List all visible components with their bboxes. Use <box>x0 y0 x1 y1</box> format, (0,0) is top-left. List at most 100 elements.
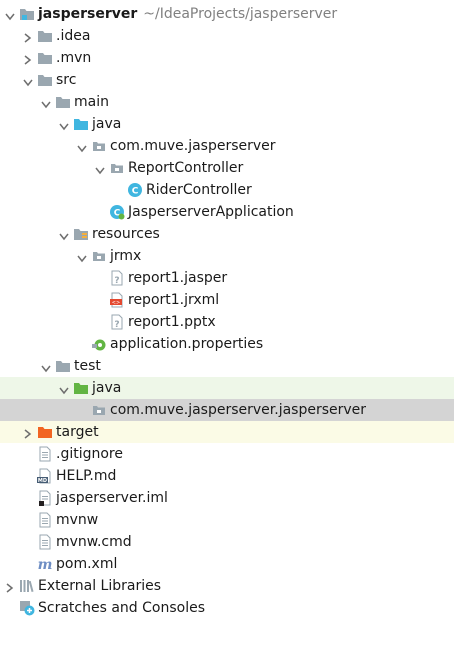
tree-item-text: main <box>74 94 109 110</box>
tree-row[interactable]: jrmx <box>0 245 454 267</box>
tree-row[interactable]: ReportController <box>0 157 454 179</box>
tree-item-text: Scratches and Consoles <box>38 600 205 616</box>
iml-file-icon <box>37 490 53 506</box>
chevron-down-icon[interactable] <box>41 361 51 373</box>
svg-text:C: C <box>132 187 139 197</box>
tree-item-label: resources <box>92 225 160 243</box>
tree-row[interactable]: m pom.xml <box>0 553 454 575</box>
tree-item-text: target <box>56 424 99 440</box>
tree-item-label: mvnw <box>56 511 98 529</box>
spring-class-icon: C <box>109 204 125 220</box>
tree-row[interactable]: External Libraries <box>0 575 454 597</box>
chevron-right-icon[interactable] <box>23 53 33 65</box>
tree-item-label: mvnw.cmd <box>56 533 132 551</box>
tree-item-label: JasperserverApplication <box>128 203 294 221</box>
tree-item-text: External Libraries <box>38 578 161 594</box>
tree-item-label: .idea <box>56 27 90 45</box>
tree-row[interactable]: .mvn <box>0 47 454 69</box>
tree-item-label: jrmx <box>110 247 141 265</box>
tree-item-text: src <box>56 72 77 88</box>
tree-row[interactable]: ? report1.pptx <box>0 311 454 333</box>
package-icon <box>91 248 107 264</box>
text-file-icon <box>37 446 53 462</box>
tree-item-label: .mvn <box>56 49 91 67</box>
folder-icon <box>37 72 53 88</box>
chevron-down-icon[interactable] <box>59 229 69 241</box>
tree-row[interactable]: src <box>0 69 454 91</box>
tree-row[interactable]: C JasperserverApplication <box>0 201 454 223</box>
properties-file-icon <box>91 336 107 352</box>
chevron-right-icon[interactable] <box>5 581 15 593</box>
tree-item-text: ReportController <box>128 160 244 176</box>
chevron-down-icon[interactable] <box>41 97 51 109</box>
chevron-down-icon[interactable] <box>59 119 69 131</box>
tree-row[interactable]: application.properties <box>0 333 454 355</box>
tree-row[interactable]: .gitignore <box>0 443 454 465</box>
tree-row[interactable]: MD HELP.md <box>0 465 454 487</box>
tree-item-label: report1.pptx <box>128 313 216 331</box>
tree-item-text: report1.jasper <box>128 270 228 286</box>
tree-item-label: HELP.md <box>56 467 116 485</box>
chevron-down-icon[interactable] <box>95 163 105 175</box>
tree-item-text: .mvn <box>56 50 92 66</box>
folder-icon <box>37 28 53 44</box>
chevron-down-icon[interactable] <box>23 75 33 87</box>
text-file-icon <box>37 534 53 550</box>
tree-item-label: test <box>74 357 101 375</box>
class-icon: C <box>127 182 143 198</box>
tree-row[interactable]: C RiderController <box>0 179 454 201</box>
svg-text:?: ? <box>114 320 119 330</box>
tree-row[interactable]: target <box>0 421 454 443</box>
project-tree[interactable]: jasperserver ~/IdeaProjects/jasperserver.… <box>0 3 454 619</box>
xml-file-icon: <> <box>109 292 125 308</box>
tree-item-text: java <box>92 380 122 396</box>
maven-icon: m <box>37 556 53 573</box>
tree-item-label: .gitignore <box>56 445 123 463</box>
tree-item-label: application.properties <box>110 335 263 353</box>
tree-item-label: com.muve.jasperserver.jasperserver <box>110 401 366 419</box>
package-icon <box>109 160 125 176</box>
tree-item-text: mvnw.cmd <box>56 534 132 550</box>
tree-item-label: jasperserver ~/IdeaProjects/jasperserver <box>38 5 337 23</box>
source-folder-icon <box>73 116 89 132</box>
folder-icon <box>37 50 53 66</box>
tree-row[interactable]: resources <box>0 223 454 245</box>
tree-item-label: ReportController <box>128 159 243 177</box>
chevron-down-icon[interactable] <box>5 9 15 21</box>
tree-row[interactable]: mvnw.cmd <box>0 531 454 553</box>
tree-item-text: com.muve.jasperserver.jasperserver <box>110 402 367 418</box>
tree-item-text: HELP.md <box>56 468 117 484</box>
chevron-right-icon[interactable] <box>23 31 33 43</box>
tree-item-text: jasperserver <box>38 6 138 22</box>
tree-row[interactable]: jasperserver.iml <box>0 487 454 509</box>
chevron-down-icon[interactable] <box>59 383 69 395</box>
tree-row[interactable]: com.muve.jasperserver <box>0 135 454 157</box>
tree-row[interactable]: mvnw <box>0 509 454 531</box>
chevron-down-icon[interactable] <box>77 141 87 153</box>
tree-row[interactable]: java <box>0 113 454 135</box>
tree-row[interactable]: ? report1.jasper <box>0 267 454 289</box>
tree-row[interactable]: jasperserver ~/IdeaProjects/jasperserver <box>0 3 454 25</box>
tree-row[interactable]: test <box>0 355 454 377</box>
tree-row[interactable]: com.muve.jasperserver.jasperserver <box>0 399 454 421</box>
tree-item-text: pom.xml <box>56 556 118 572</box>
svg-text:m: m <box>38 557 53 572</box>
scratches-icon <box>19 600 35 616</box>
tree-row[interactable]: .idea <box>0 25 454 47</box>
module-icon <box>19 6 35 22</box>
tree-item-label: pom.xml <box>56 555 117 573</box>
chevron-down-icon[interactable] <box>77 251 87 263</box>
tree-item-label: Scratches and Consoles <box>38 599 205 617</box>
svg-text:<>: <> <box>112 300 120 306</box>
chevron-right-icon[interactable] <box>23 427 33 439</box>
tree-row[interactable]: <> report1.jrxml <box>0 289 454 311</box>
tree-item-label: report1.jasper <box>128 269 227 287</box>
svg-text:MD: MD <box>38 478 47 484</box>
libraries-icon <box>19 578 35 594</box>
tree-row[interactable]: main <box>0 91 454 113</box>
tree-item-label: com.muve.jasperserver <box>110 137 276 155</box>
tree-row[interactable]: Scratches and Consoles <box>0 597 454 619</box>
tree-row[interactable]: java <box>0 377 454 399</box>
tree-item-text: test <box>74 358 101 374</box>
resources-folder-icon <box>73 226 89 242</box>
